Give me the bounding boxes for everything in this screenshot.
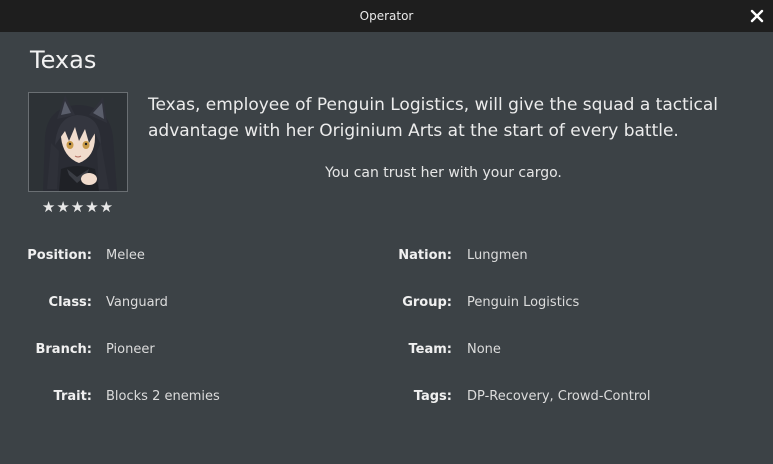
group-value: Penguin Logistics bbox=[467, 295, 580, 310]
trait-label: Trait: bbox=[53, 389, 93, 404]
class-label: Class: bbox=[48, 295, 92, 310]
trait-value: Blocks 2 enemies bbox=[106, 389, 220, 404]
operator-panel: Texas ★★★★★ Texas, employee of Penguin L… bbox=[0, 32, 773, 464]
position-label: Position: bbox=[27, 248, 92, 263]
nation-label: Nation: bbox=[398, 248, 452, 263]
window-title: Operator bbox=[359, 9, 414, 23]
operator-description: Texas, employee of Penguin Logistics, wi… bbox=[148, 95, 718, 141]
operator-quote: You can trust her with your cargo. bbox=[325, 165, 562, 181]
group-label: Group: bbox=[402, 295, 452, 310]
team-label: Team: bbox=[408, 342, 452, 357]
rarity-stars: ★★★★★ bbox=[41, 198, 115, 216]
position-value: Melee bbox=[106, 248, 145, 263]
team-value: None bbox=[467, 342, 501, 357]
tags-label: Tags: bbox=[413, 389, 452, 404]
class-value: Vanguard bbox=[106, 295, 168, 310]
nation-value: Lungmen bbox=[467, 248, 528, 263]
branch-value: Pioneer bbox=[106, 342, 155, 357]
operator-name: Texas bbox=[30, 46, 97, 74]
tags-value: DP-Recovery, Crowd-Control bbox=[467, 389, 651, 404]
close-icon[interactable] bbox=[749, 8, 765, 24]
branch-label: Branch: bbox=[35, 342, 92, 357]
operator-portrait bbox=[28, 92, 128, 192]
title-bar: Operator bbox=[0, 0, 773, 32]
